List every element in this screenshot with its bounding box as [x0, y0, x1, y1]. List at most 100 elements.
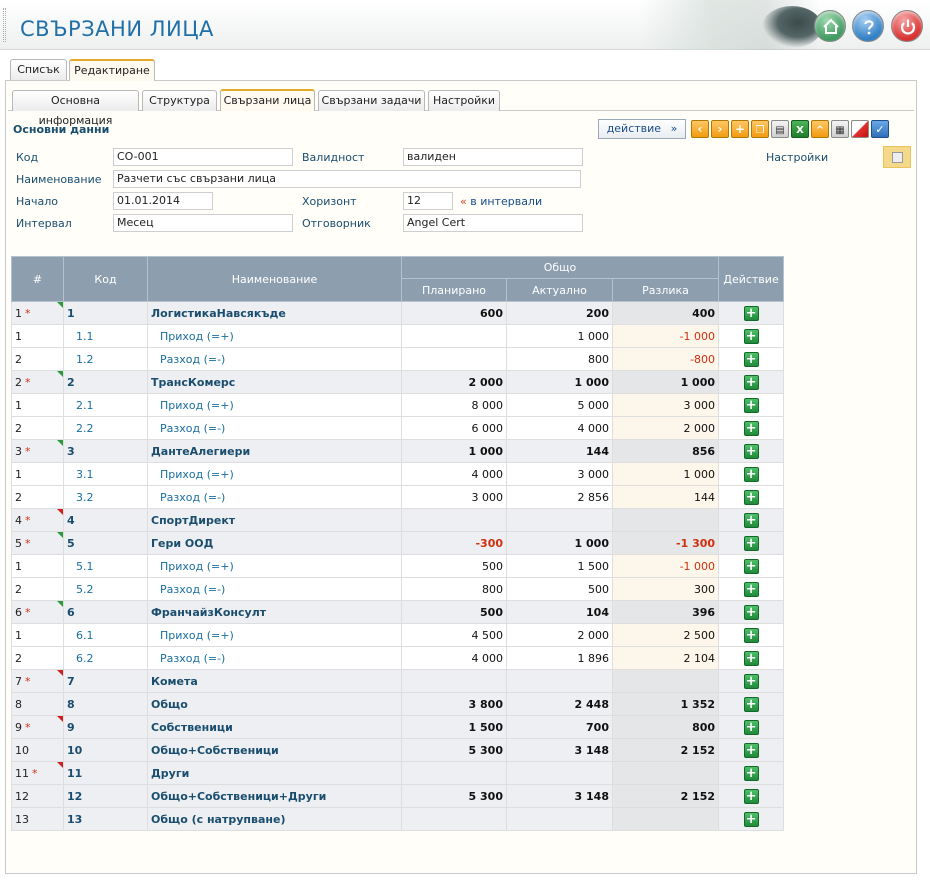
- add-row-button[interactable]: +: [743, 650, 759, 666]
- table-row-group[interactable]: 6 * 6 ФранчайзКонсулт 500 104 396 +: [11, 600, 785, 624]
- cell-code[interactable]: 13: [63, 807, 148, 831]
- table-row-item[interactable]: 1 3.1 Приход (=+) 4 000 3 000 1 000 +: [11, 462, 785, 486]
- cell-actual[interactable]: 5 000: [506, 393, 613, 417]
- add-row-button[interactable]: +: [743, 351, 759, 367]
- cell-name[interactable]: ЛогистикаНавсякъде: [147, 301, 402, 325]
- cell-actual[interactable]: 3 148: [506, 738, 613, 762]
- cell-actual[interactable]: 1 000: [506, 370, 613, 394]
- tab-list[interactable]: Списък: [10, 59, 67, 80]
- cell-planned[interactable]: 1 000: [401, 439, 507, 463]
- cell-planned[interactable]: [401, 761, 507, 785]
- table-row-group[interactable]: 8 8 Общо 3 800 2 448 1 352 +: [11, 692, 785, 716]
- cell-code[interactable]: 8: [63, 692, 148, 716]
- logout-button[interactable]: [891, 10, 923, 42]
- cell-name[interactable]: Общо+Собственици+Други: [147, 784, 402, 808]
- cell-actual[interactable]: [506, 508, 613, 532]
- table-row-item[interactable]: 2 6.2 Разход (=-) 4 000 1 896 2 104 +: [11, 646, 785, 670]
- cell-code[interactable]: 2: [63, 370, 148, 394]
- cell-actual[interactable]: 2 856: [506, 485, 613, 509]
- add-row-button[interactable]: +: [743, 374, 759, 390]
- cell-name[interactable]: Общо: [147, 692, 402, 716]
- add-row-button[interactable]: +: [743, 489, 759, 505]
- code-field[interactable]: CO-001: [113, 148, 293, 166]
- table-row-item[interactable]: 2 1.2 Разход (=-) 800 -800 +: [11, 347, 785, 371]
- cell-name[interactable]: Общо+Собственици: [147, 738, 402, 762]
- cell-planned[interactable]: 3 800: [401, 692, 507, 716]
- cell-name[interactable]: Разход (=-): [147, 485, 402, 509]
- cell-planned[interactable]: 8 000: [401, 393, 507, 417]
- cell-code[interactable]: 4: [63, 508, 148, 532]
- col-header-name[interactable]: Наименование: [147, 256, 402, 302]
- add-button[interactable]: +: [731, 120, 749, 138]
- tab-related-tasks[interactable]: Свързани задачи: [318, 90, 425, 111]
- cell-actual[interactable]: 1 500: [506, 554, 613, 578]
- tab-edit[interactable]: Редактиране: [69, 59, 155, 81]
- drag-grip[interactable]: [3, 8, 6, 42]
- add-row-button[interactable]: +: [743, 581, 759, 597]
- add-row-button[interactable]: +: [743, 420, 759, 436]
- cell-planned[interactable]: 2 000: [401, 370, 507, 394]
- save-button[interactable]: ✓: [871, 120, 889, 138]
- prev-button[interactable]: ‹: [691, 120, 709, 138]
- cell-name[interactable]: Комета: [147, 669, 402, 693]
- cell-name[interactable]: Други: [147, 761, 402, 785]
- cell-actual[interactable]: 2 448: [506, 692, 613, 716]
- add-row-button[interactable]: +: [743, 328, 759, 344]
- cell-code[interactable]: 2.2: [63, 416, 148, 440]
- cell-actual[interactable]: 3 148: [506, 784, 613, 808]
- cell-actual[interactable]: [506, 807, 613, 831]
- cell-planned[interactable]: [401, 669, 507, 693]
- cell-name[interactable]: Приход (=+): [147, 554, 402, 578]
- add-row-button[interactable]: +: [743, 765, 759, 781]
- add-row-button[interactable]: +: [743, 397, 759, 413]
- cell-actual[interactable]: [506, 669, 613, 693]
- home-button[interactable]: [814, 10, 846, 42]
- cell-code[interactable]: 7: [63, 669, 148, 693]
- table-row-group[interactable]: 1 * 1 ЛогистикаНавсякъде 600 200 400 +: [11, 301, 785, 325]
- add-row-button[interactable]: +: [743, 558, 759, 574]
- cell-planned[interactable]: [401, 347, 507, 371]
- table-row-group[interactable]: 3 * 3 ДантеАлегиери 1 000 144 856 +: [11, 439, 785, 463]
- table-row-group[interactable]: 13 13 Общо (с натрупване) +: [11, 807, 785, 831]
- action-menu-button[interactable]: действие »: [598, 119, 686, 139]
- cell-code[interactable]: 1.2: [63, 347, 148, 371]
- cell-planned[interactable]: 800: [401, 577, 507, 601]
- table-row-item[interactable]: 1 2.1 Приход (=+) 8 000 5 000 3 000 +: [11, 393, 785, 417]
- cell-name[interactable]: ФранчайзКонсулт: [147, 600, 402, 624]
- col-header-planned[interactable]: Планирано: [401, 278, 507, 302]
- cell-actual[interactable]: 1 000: [506, 531, 613, 555]
- cell-code[interactable]: 3.2: [63, 485, 148, 509]
- cell-code[interactable]: 9: [63, 715, 148, 739]
- table-row-item[interactable]: 1 5.1 Приход (=+) 500 1 500 -1 000 +: [11, 554, 785, 578]
- cell-name[interactable]: Приход (=+): [147, 462, 402, 486]
- cell-actual[interactable]: 800: [506, 347, 613, 371]
- cell-code[interactable]: 10: [63, 738, 148, 762]
- cell-name[interactable]: Приход (=+): [147, 623, 402, 647]
- col-header-code[interactable]: Код: [63, 256, 148, 302]
- cell-actual[interactable]: 200: [506, 301, 613, 325]
- add-row-button[interactable]: +: [743, 443, 759, 459]
- cell-code[interactable]: 1: [63, 301, 148, 325]
- add-row-button[interactable]: +: [743, 604, 759, 620]
- cell-planned[interactable]: -300: [401, 531, 507, 555]
- calculator-button[interactable]: ▦: [831, 120, 849, 138]
- cell-actual[interactable]: 104: [506, 600, 613, 624]
- table-row-item[interactable]: 2 5.2 Разход (=-) 800 500 300 +: [11, 577, 785, 601]
- add-row-button[interactable]: +: [743, 512, 759, 528]
- collapse-button[interactable]: ^: [811, 120, 829, 138]
- cell-planned[interactable]: [401, 508, 507, 532]
- owner-field[interactable]: Angel Cert: [403, 214, 583, 232]
- add-row-button[interactable]: +: [743, 627, 759, 643]
- add-row-button[interactable]: +: [743, 788, 759, 804]
- cell-planned[interactable]: 6 000: [401, 416, 507, 440]
- settings-checkbox[interactable]: [892, 152, 903, 163]
- cell-name[interactable]: СпортДирект: [147, 508, 402, 532]
- cell-name[interactable]: Приход (=+): [147, 324, 402, 348]
- horizon-field[interactable]: 12: [403, 192, 453, 210]
- next-button[interactable]: ›: [711, 120, 729, 138]
- col-header-difference[interactable]: Разлика: [611, 278, 720, 302]
- cell-name[interactable]: Разход (=-): [147, 646, 402, 670]
- add-row-button[interactable]: +: [743, 535, 759, 551]
- add-row-button[interactable]: +: [743, 742, 759, 758]
- table-row-item[interactable]: 1 6.1 Приход (=+) 4 500 2 000 2 500 +: [11, 623, 785, 647]
